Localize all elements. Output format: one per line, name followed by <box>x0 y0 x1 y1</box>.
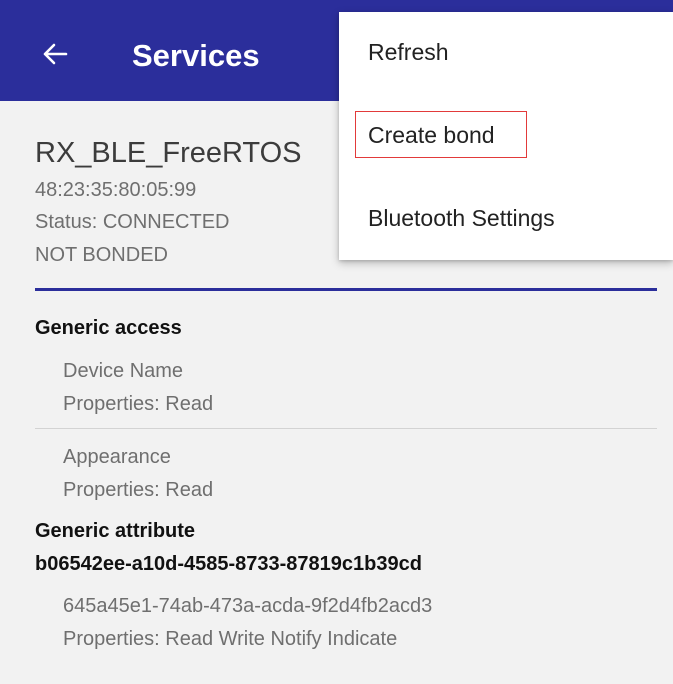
device-name: RX_BLE_FreeRTOS <box>35 137 302 169</box>
connection-status: Status: CONNECTED <box>35 211 230 233</box>
characteristic-appearance[interactable]: Appearance Properties: Read <box>35 444 657 503</box>
characteristic-device-name[interactable]: Device Name Properties: Read <box>35 358 657 417</box>
characteristic-custom-uuid[interactable]: 645a45e1-74ab-473a-acda-9f2d4fb2acd3 Pro… <box>35 593 657 652</box>
characteristic-properties: Properties: Read <box>63 393 214 415</box>
header-divider <box>35 288 657 291</box>
characteristic-name: 645a45e1-74ab-473a-acda-9f2d4fb2acd3 <box>63 595 433 617</box>
overflow-menu: Refresh Create bond Bluetooth Settings <box>339 12 673 260</box>
menu-item-label: Refresh <box>368 39 449 65</box>
characteristic-properties: Properties: Read <box>63 479 214 501</box>
row-divider <box>35 428 657 429</box>
back-button[interactable] <box>30 32 80 76</box>
menu-item-label: Create bond <box>368 122 495 148</box>
arrow-left-icon <box>43 43 68 65</box>
menu-item-label: Bluetooth Settings <box>368 205 555 231</box>
service-title-custom-uuid[interactable]: b06542ee-a10d-4585-8733-87819c1b39cd <box>35 551 422 577</box>
device-address: 48:23:35:80:05:99 <box>35 179 197 201</box>
menu-item-create-bond[interactable]: Create bond <box>339 100 673 170</box>
services-screen: Services RX_BLE_FreeRTOS 48:23:35:80:05:… <box>0 0 673 684</box>
menu-item-bluetooth-settings[interactable]: Bluetooth Settings <box>339 183 673 253</box>
characteristic-name: Appearance <box>63 446 171 468</box>
menu-item-refresh[interactable]: Refresh <box>339 17 673 87</box>
service-title-generic-attribute[interactable]: Generic attribute <box>35 518 195 544</box>
characteristic-properties: Properties: Read Write Notify Indicate <box>63 628 398 650</box>
page-title: Services <box>132 38 260 73</box>
service-title-generic-access[interactable]: Generic access <box>35 315 182 341</box>
bond-state: NOT BONDED <box>35 244 168 266</box>
characteristic-name: Device Name <box>63 360 184 382</box>
